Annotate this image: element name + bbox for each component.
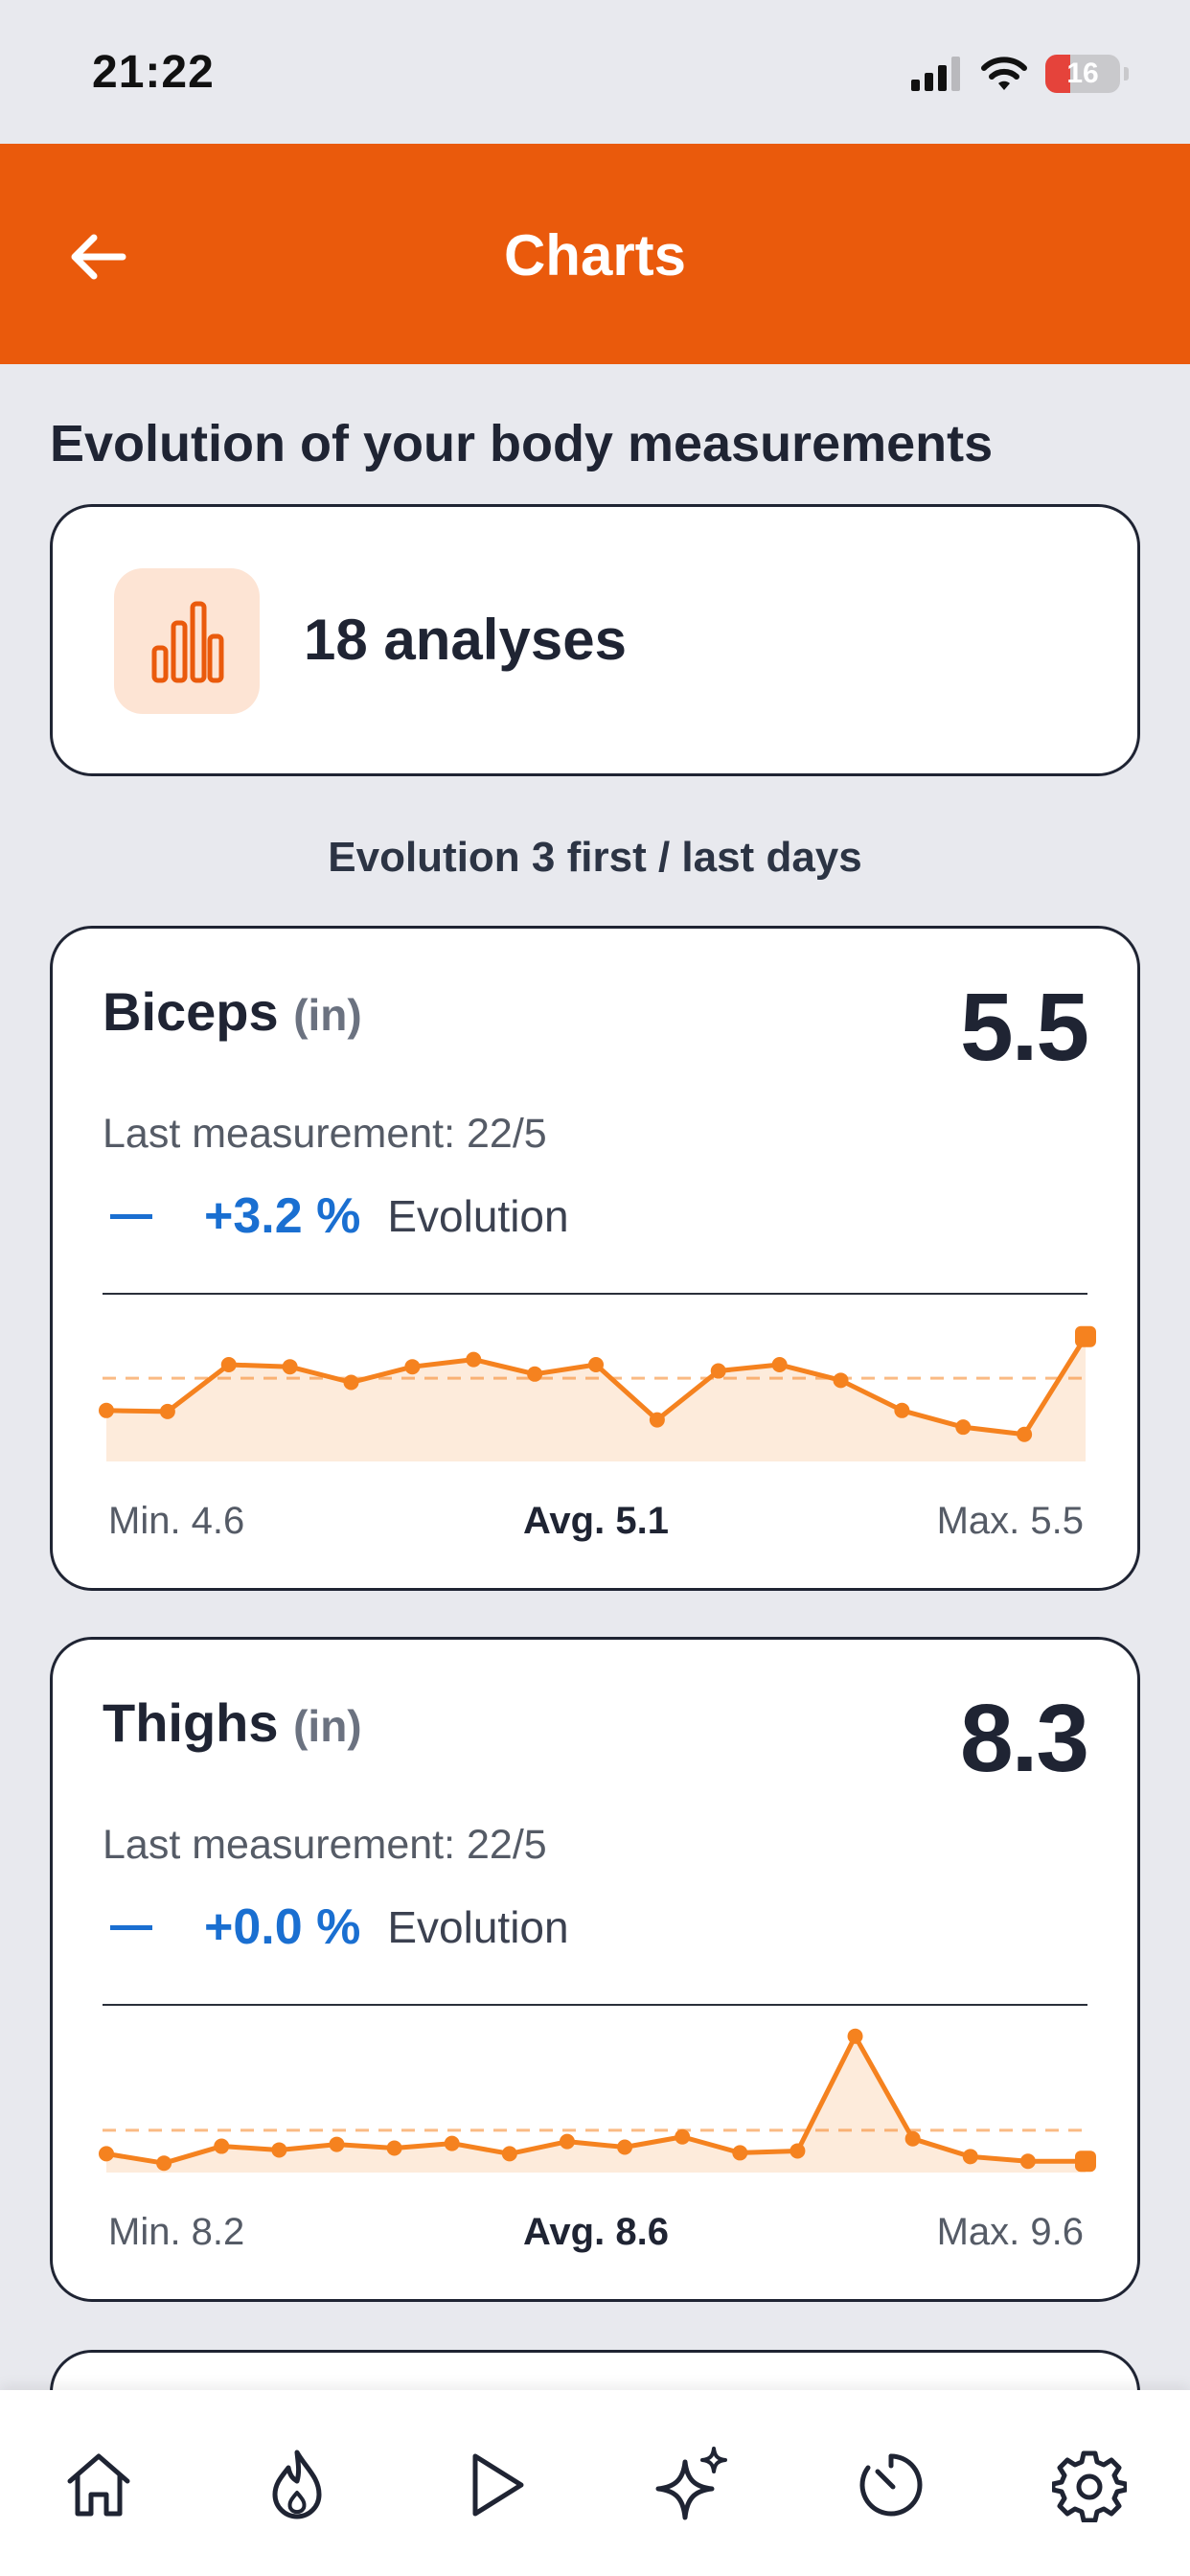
bar-chart-icon — [114, 568, 260, 714]
evolution-label: Evolution — [387, 1191, 569, 1241]
sparkles-icon — [655, 2447, 727, 2520]
flame-icon — [272, 2450, 322, 2519]
metric-name: Biceps — [103, 981, 279, 1042]
chart-point — [466, 1351, 482, 1368]
metric-value: 5.5 — [959, 974, 1089, 1081]
metric-unit: (in) — [293, 990, 362, 1040]
chart-point — [710, 1363, 726, 1379]
nav-sparkles[interactable] — [650, 2442, 736, 2528]
chart-point — [649, 1412, 665, 1428]
chart-point — [847, 2028, 863, 2044]
evolution-row: +0.0 % Evolution — [103, 1898, 569, 1956]
metric-value: 8.3 — [959, 1685, 1089, 1792]
chart-point — [588, 1357, 604, 1373]
last-measurement: Last measurement: 22/5 — [103, 1111, 547, 1157]
evolution-label: Evolution — [387, 1902, 569, 1952]
chart-point — [527, 1366, 543, 1382]
chart-point — [159, 1403, 175, 1419]
chart-point — [444, 2135, 460, 2151]
chart-point — [99, 1402, 114, 1418]
chart-point — [404, 1359, 421, 1375]
nav-timer[interactable] — [848, 2442, 934, 2528]
metric-title: Biceps (in) — [103, 980, 362, 1043]
chart-point-last — [1075, 2150, 1096, 2173]
status-bar: 21:22 16 — [0, 0, 1190, 144]
chart-point-last — [1075, 1325, 1096, 1347]
nav-settings[interactable] — [1046, 2442, 1133, 2528]
chart-point — [833, 1372, 849, 1389]
status-time: 21:22 — [92, 47, 215, 98]
nav-play[interactable] — [452, 2442, 538, 2528]
evolution-percent: +0.0 % — [204, 1899, 361, 1955]
section-title: Evolution of your body measurements — [50, 415, 994, 472]
thighs-chart — [99, 2028, 1096, 2173]
chart-point — [282, 1359, 298, 1375]
chart-point — [1019, 2153, 1036, 2170]
metric-name: Thighs — [103, 1692, 279, 1753]
evolution-percent: +3.2 % — [204, 1188, 361, 1244]
chart-point — [904, 2130, 921, 2147]
wifi-icon — [981, 57, 1027, 90]
play-icon — [472, 2453, 524, 2517]
divider — [103, 2004, 1087, 2006]
chart-point — [220, 1357, 237, 1373]
chart-point — [771, 1357, 788, 1373]
chart-point — [955, 1419, 972, 1436]
nav-home[interactable] — [56, 2442, 142, 2528]
metric-title: Thighs (in) — [103, 1691, 362, 1754]
battery-level: 16 — [1066, 58, 1099, 89]
chart-point — [386, 2140, 402, 2156]
status-icons: 16 — [911, 50, 1129, 98]
evolution-dash-icon — [110, 1213, 152, 1219]
gear-icon — [1052, 2450, 1127, 2522]
analyses-count: 18 analyses — [304, 608, 627, 672]
divider — [103, 1293, 1087, 1295]
metric-card-biceps[interactable]: Biceps (in) 5.5 Last measurement: 22/5 +… — [50, 926, 1140, 1591]
analyses-card[interactable]: 18 analyses — [50, 504, 1140, 776]
chart-point — [732, 2145, 748, 2161]
chart-point — [501, 2146, 517, 2162]
evolution-dash-icon — [110, 1924, 152, 1930]
biceps-chart — [99, 1325, 1096, 1461]
chart-point — [99, 2146, 114, 2162]
chart-point — [894, 1402, 910, 1418]
chart-point — [343, 1374, 359, 1391]
chart-point — [617, 2139, 633, 2155]
chart-point — [271, 2142, 287, 2158]
chart-point — [962, 2149, 978, 2165]
signal-icon — [911, 57, 960, 91]
metric-unit: (in) — [293, 1701, 362, 1751]
chart-area — [106, 2036, 1086, 2173]
app-header: Charts — [0, 144, 1190, 364]
chart-point — [156, 2155, 172, 2172]
chart-area — [106, 1336, 1086, 1461]
chart-point — [790, 2143, 806, 2159]
chart-point — [329, 2136, 345, 2152]
chart-point — [214, 2138, 230, 2154]
timer-icon — [859, 2453, 923, 2517]
home-icon — [67, 2453, 130, 2517]
stat-max: Max. 9.6 — [936, 2211, 1084, 2253]
bottom-nav — [0, 2390, 1190, 2576]
metric-card-thighs[interactable]: Thighs (in) 8.3 Last measurement: 22/5 +… — [50, 1637, 1140, 2302]
battery-icon: 16 — [1045, 55, 1120, 93]
chart-point — [675, 2128, 691, 2145]
evolution-subtitle: Evolution 3 first / last days — [328, 834, 862, 881]
chart-line — [105, 2034, 1086, 2166]
stat-max: Max. 5.5 — [936, 1500, 1084, 1542]
chart-point — [1017, 1426, 1033, 1442]
chart-point — [559, 2133, 575, 2150]
last-measurement: Last measurement: 22/5 — [103, 1822, 547, 1868]
page-title: Charts — [503, 223, 687, 288]
evolution-row: +3.2 % Evolution — [103, 1187, 569, 1245]
nav-flame[interactable] — [254, 2442, 340, 2528]
